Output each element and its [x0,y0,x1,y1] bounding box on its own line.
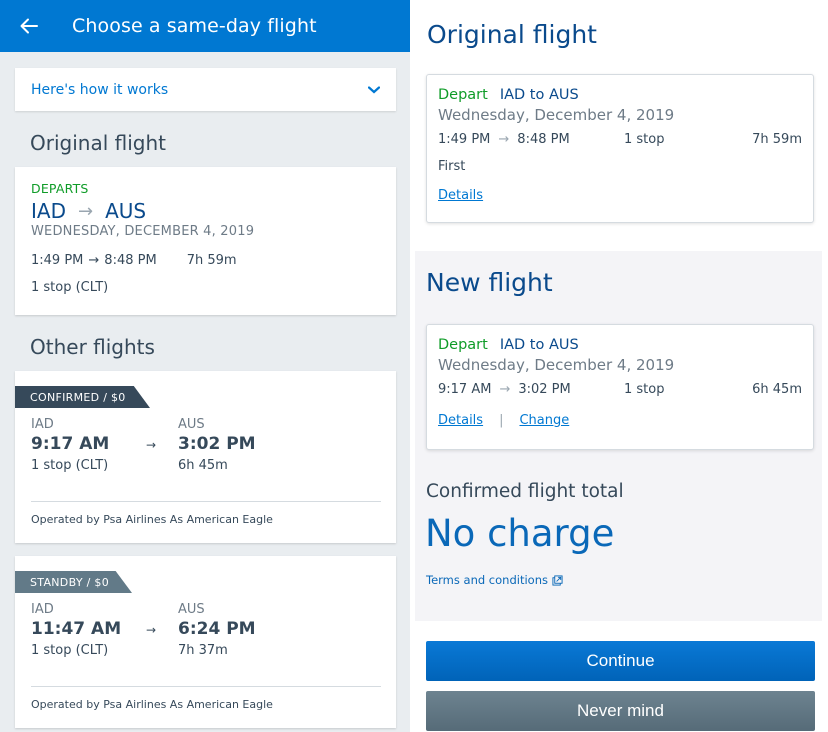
chevron-down-icon [368,85,380,94]
total-label: Confirmed flight total [426,481,624,502]
origin-code: IAD [31,417,54,432]
arrow-right-icon: → [146,438,157,452]
arrive-time: 3:02 PM [518,382,571,397]
stops: 1 stop (CLT) [31,280,109,295]
right-panel: Original flight Depart IAD to AUS Wednes… [410,0,828,732]
stops: 1 stop [624,382,665,397]
original-flight-summary-card: Depart IAD to AUS Wednesday, December 4,… [426,74,814,223]
destination-code: AUS [178,602,205,617]
depart-time: 1:49 PM [438,132,491,147]
page-title: Choose a same-day flight [72,15,317,37]
original-flight-heading: Original flight [427,20,597,49]
route: IAD to AUS [499,87,579,103]
left-panel: Choose a same-day flight Here's how it w… [0,0,410,732]
how-it-works-expander[interactable]: Here's how it works [15,68,396,111]
flight-date: WEDNESDAY, DECEMBER 4, 2019 [31,224,255,239]
depart-time: 1:49 PM [31,253,84,268]
stops: 1 stop (CLT) [31,643,109,658]
flight-option-card[interactable]: CONFIRMED / $0 IAD AUS 9:17 AM → 3:02 PM… [15,371,396,543]
origin-code: IAD [31,602,54,617]
details-link[interactable]: Details [438,413,483,428]
arrow-right-icon: → [498,132,510,147]
origin-code: IAD [31,199,66,223]
flight-option-card[interactable]: STANDBY / $0 IAD AUS 11:47 AM → 6:24 PM … [15,556,396,728]
route: IAD to AUS [499,337,579,353]
original-flight-heading: Original flight [30,131,166,155]
arrive-time: 3:02 PM [178,434,256,454]
duration: 7h 59m [752,132,802,147]
card-header: Depart IAD to AUS [438,87,802,103]
stops: 1 stop [624,132,665,147]
new-flight-summary-card: Depart IAD to AUS Wednesday, December 4,… [426,324,814,450]
arrive-time: 6:24 PM [178,619,256,639]
terms-label: Terms and conditions [426,573,548,587]
arrow-right-icon: → [146,623,157,637]
confirmed-badge: CONFIRMED / $0 [15,386,150,408]
depart-time: 11:47 AM [31,619,122,639]
arrow-right-icon: → [88,253,100,268]
terms-link[interactable]: Terms and conditions [426,573,563,587]
card-links: Details [438,188,802,203]
external-link-icon [552,574,563,586]
other-flights-heading: Other flights [30,335,155,359]
divider [31,501,381,502]
cabin-class: First [438,159,466,174]
duration: 7h 59m [186,253,237,268]
card-links: Details | Change [438,413,802,428]
new-flight-heading: New flight [426,268,553,297]
arrow-right-icon: → [499,382,511,397]
back-button[interactable] [0,0,56,52]
total-value: No charge [425,512,615,555]
arrow-right-icon: → [77,200,94,222]
never-mind-button[interactable]: Never mind [426,691,815,731]
details-link[interactable]: Details [438,188,483,203]
depart-label: Depart [438,87,488,103]
link-separator: | [499,413,504,428]
flight-details: IAD AUS 11:47 AM → 6:24 PM 1 stop (CLT) … [31,602,381,658]
departs-label: DEPARTS [31,181,89,196]
duration: 6h 45m [752,382,802,397]
destination-code: AUS [178,417,205,432]
arrow-left-icon [20,18,38,34]
flight-date: Wednesday, December 4, 2019 [438,356,675,374]
flight-times-row: 9:17 AM → 3:02 PM 1 stop 6h 45m [438,382,802,397]
arrive-time: 8:48 PM [104,253,157,268]
duration: 6h 45m [178,458,228,473]
app-bar: Choose a same-day flight [0,0,410,52]
operator-text: Operated by Psa Airlines As American Eag… [31,698,273,711]
operator-text: Operated by Psa Airlines As American Eag… [31,513,273,526]
depart-time: 9:17 AM [438,382,492,397]
change-link[interactable]: Change [519,413,569,428]
standby-badge: STANDBY / $0 [15,571,132,593]
flight-details: IAD AUS 9:17 AM → 3:02 PM 1 stop (CLT) 6… [31,417,381,473]
destination-code: AUS [105,199,147,223]
arrive-time: 8:48 PM [517,132,570,147]
flight-times-row: 1:49 PM → 8:48 PM 1 stop 7h 59m [438,132,802,147]
flight-times: 1:49 PM → 8:48 PM 7h 59m [31,253,380,268]
duration: 7h 37m [178,643,228,658]
original-flight-card: DEPARTS IAD → AUS WEDNESDAY, DECEMBER 4,… [15,167,396,315]
divider [31,686,381,687]
flight-date: Wednesday, December 4, 2019 [438,106,675,124]
stops: 1 stop (CLT) [31,458,109,473]
how-it-works-label: Here's how it works [31,81,169,98]
card-header: Depart IAD to AUS [438,337,802,353]
route: IAD → AUS [31,199,380,223]
depart-time: 9:17 AM [31,434,110,454]
continue-button[interactable]: Continue [426,641,815,681]
depart-label: Depart [438,337,488,353]
